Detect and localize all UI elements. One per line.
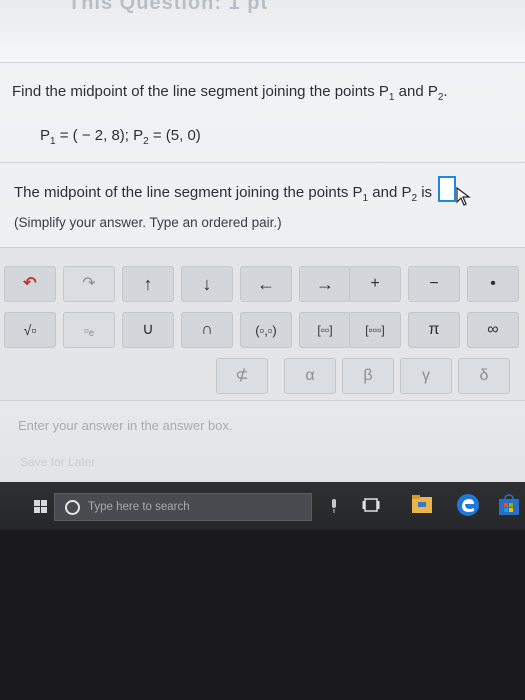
header-title: This Question: 1 pt bbox=[68, 0, 269, 14]
beta-button[interactable]: β bbox=[342, 358, 394, 394]
math-palette: ↶ ↷ ↑ ↓ ← → + − • √▫ ▫ₑ ∪ ∩ (▫,▫) [▫▫] [… bbox=[0, 247, 525, 401]
file-explorer-icon[interactable] bbox=[412, 495, 432, 513]
minus-button[interactable]: − bbox=[408, 266, 460, 302]
taskbar-search-input[interactable]: Type here to search bbox=[54, 493, 312, 521]
delta-button[interactable]: δ bbox=[458, 358, 510, 394]
sqrt-button[interactable]: √▫ bbox=[4, 312, 56, 348]
plus-button[interactable]: + bbox=[349, 266, 401, 302]
matrix-button[interactable]: [▫▫▫] bbox=[349, 312, 401, 348]
windows-taskbar: Type here to search bbox=[0, 482, 525, 530]
answer-hint: Enter your answer in the answer box. bbox=[18, 418, 233, 433]
windows-start-icon[interactable] bbox=[34, 500, 48, 514]
intersection-button[interactable]: ∩ bbox=[181, 312, 233, 348]
given-points: P1 = ( − 2, 8); P2 = (5, 0) bbox=[40, 127, 201, 147]
cortana-circle-icon bbox=[65, 499, 80, 515]
arrow-right-button[interactable]: → bbox=[299, 266, 351, 302]
mouse-cursor-icon bbox=[456, 186, 471, 206]
arrow-down-button[interactable]: ↓ bbox=[181, 266, 233, 302]
question-text: Find the midpoint of the line segment jo… bbox=[12, 83, 448, 103]
divider bbox=[0, 162, 525, 163]
pi-button[interactable]: π bbox=[408, 312, 460, 348]
redo-button[interactable]: ↷ bbox=[63, 266, 115, 302]
answer-instruction: (Simplify your answer. Type an ordered p… bbox=[14, 215, 282, 230]
gamma-button[interactable]: γ bbox=[400, 358, 452, 394]
answer-input-box[interactable] bbox=[438, 176, 457, 202]
alpha-button[interactable]: α bbox=[284, 358, 336, 394]
arrow-left-button[interactable]: ← bbox=[240, 266, 292, 302]
answer-prompt: The midpoint of the line segment joining… bbox=[14, 176, 457, 235]
arrow-up-button[interactable]: ↑ bbox=[122, 266, 174, 302]
question-header: This Question: 1 pt bbox=[0, 0, 525, 63]
infinity-button[interactable]: ∞ bbox=[467, 312, 519, 348]
task-view-icon[interactable] bbox=[362, 496, 380, 514]
save-for-later-button[interactable]: Save for Later bbox=[20, 455, 95, 469]
browser-content: This Question: 1 pt Find the midpoint of… bbox=[0, 0, 525, 482]
matrix-2x2-button[interactable]: [▫▫] bbox=[299, 312, 351, 348]
subscript-button[interactable]: ▫ₑ bbox=[63, 312, 115, 348]
edge-browser-icon[interactable] bbox=[456, 493, 480, 517]
ordered-pair-button[interactable]: (▫,▫) bbox=[240, 312, 292, 348]
undo-button[interactable]: ↶ bbox=[4, 266, 56, 302]
store-icon[interactable] bbox=[498, 494, 520, 516]
not-subset-button[interactable]: ⊄ bbox=[216, 358, 268, 394]
dot-button[interactable]: • bbox=[467, 266, 519, 302]
union-button[interactable]: ∪ bbox=[122, 312, 174, 348]
microphone-icon[interactable] bbox=[330, 499, 338, 513]
